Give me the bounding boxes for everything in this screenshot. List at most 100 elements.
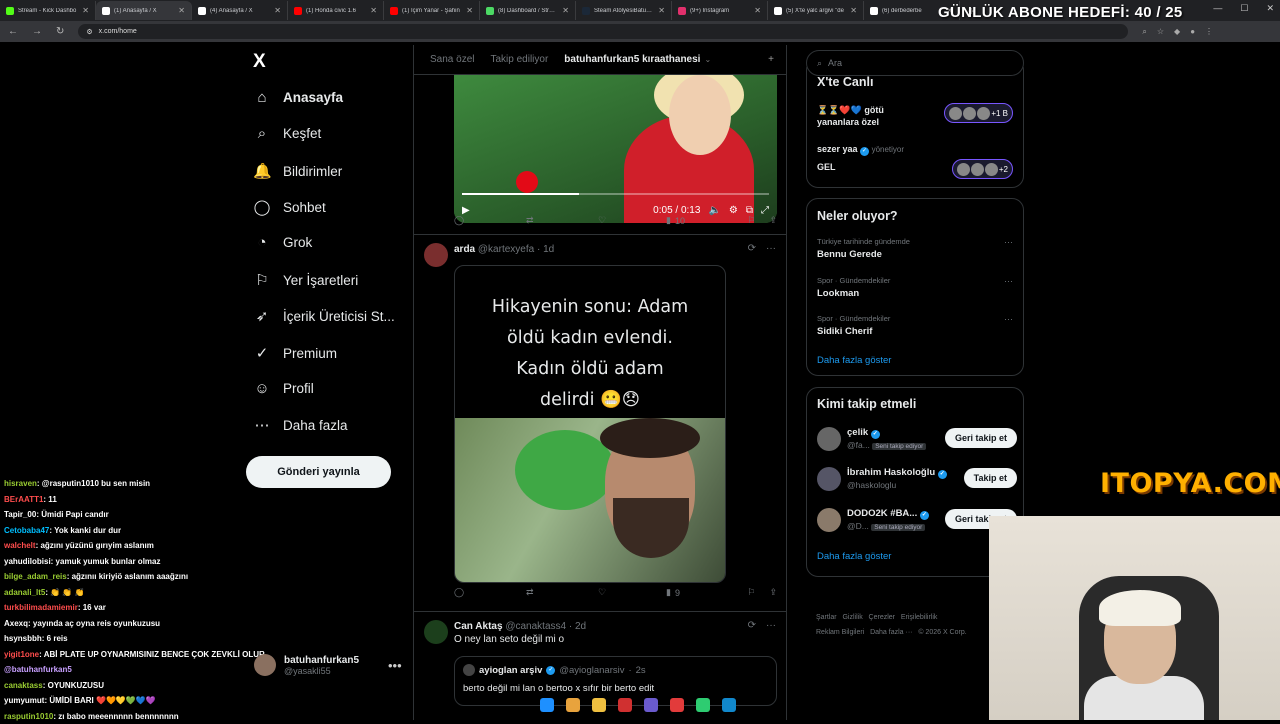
browser-tab[interactable]: (1) İçim Yanar - Şahin✕ — [384, 1, 480, 20]
live-participants[interactable]: +1 B — [944, 103, 1013, 123]
post-image[interactable]: Hikayenin sonu: Adam öldü kadın evlendi.… — [454, 265, 726, 583]
like-icon[interactable]: ♡ — [598, 587, 666, 598]
close-tab-icon[interactable]: ✕ — [562, 6, 569, 15]
close-tab-icon[interactable]: ✕ — [658, 6, 665, 15]
add-tab-icon[interactable]: + — [768, 54, 774, 65]
video-progress-bar[interactable] — [462, 193, 769, 195]
extension-icon[interactable]: ◆ — [1174, 27, 1180, 37]
minimize-icon[interactable]: — — [1213, 3, 1222, 14]
follow-suggestion[interactable]: çelik ✓ @fa... Seni takip ediyor Geri ta… — [817, 425, 1017, 455]
nav-item-home[interactable]: ⌂Anasayfa — [253, 89, 343, 106]
video-player[interactable]: ▶ 0:05 / 0:13 🔈 ⚙ ⧉ ⤢ — [454, 75, 777, 223]
search-input[interactable]: ⌕ Ara — [806, 50, 1024, 76]
fullscreen-icon[interactable]: ⤢ — [761, 205, 769, 216]
nav-item-premium[interactable]: ✓Premium — [253, 344, 337, 362]
reload-icon[interactable]: ↻ — [56, 26, 64, 37]
close-icon[interactable]: ✕ — [1266, 3, 1274, 14]
zoom-icon[interactable]: ⌕ — [1142, 27, 1146, 37]
profile-icon[interactable]: ● — [1190, 27, 1195, 37]
close-tab-icon[interactable]: ✕ — [274, 6, 281, 15]
follow-back-button[interactable]: Geri takip et — [945, 428, 1017, 448]
volume-icon[interactable]: 🔈 — [708, 205, 720, 216]
views-button[interactable]: ▮9 — [666, 587, 738, 598]
nav-item-bookmarks[interactable]: ⚐Yer İşaretleri — [253, 271, 358, 289]
chrome-icon[interactable] — [566, 698, 580, 712]
nav-item-profile[interactable]: ☺Profil — [253, 380, 314, 397]
tab-community[interactable]: batuhanfurkan5 kıraathanesi — [564, 54, 700, 65]
live-item[interactable]: ⏳⏳❤️💙 götüyananlara özel — [817, 104, 884, 128]
nav-item-grok[interactable]: ◔Grok — [253, 234, 312, 251]
browser-tab[interactable]: (8) Dashboard / Stream✕ — [480, 1, 576, 20]
close-tab-icon[interactable]: ✕ — [370, 6, 377, 15]
browser-tab[interactable]: (5) X'te yalc argivi "de✕ — [768, 1, 864, 20]
app-icon[interactable] — [722, 698, 736, 712]
bookmark-icon[interactable]: ⚐ — [747, 587, 755, 598]
app-icon[interactable] — [670, 698, 684, 712]
close-tab-icon[interactable]: ✕ — [178, 6, 185, 15]
browser-tab[interactable]: (1) Honda civic 1.6✕ — [288, 1, 384, 20]
file-explorer-icon[interactable] — [592, 698, 606, 712]
settings-icon[interactable]: ⚙ — [729, 205, 738, 216]
avatar[interactable] — [424, 243, 448, 267]
follow-button[interactable]: Takip et — [964, 468, 1017, 488]
back-icon[interactable]: ← — [8, 26, 18, 37]
grok-icon[interactable]: ⟳ — [748, 243, 756, 254]
browser-tab[interactable]: Stream - Kick Dashbo✕ — [0, 1, 96, 20]
browser-tab[interactable]: (1) Anasayfa / X✕ — [96, 1, 192, 20]
avatar[interactable] — [817, 508, 841, 532]
live-item[interactable]: sezer yaa ✓ yönetiyor GEL — [817, 143, 904, 173]
windows-start-icon[interactable] — [540, 698, 554, 712]
browser-tab[interactable]: Steam AtölyesiBatuhan✕ — [576, 1, 672, 20]
reply-icon[interactable]: ◯ — [454, 587, 526, 598]
chevron-down-icon[interactable]: ⌄ — [704, 55, 711, 64]
trend-item[interactable]: Spor · GündemdekilerSidiki Cherif — [817, 314, 890, 337]
like-icon[interactable]: ♡ — [598, 215, 666, 226]
grok-icon[interactable]: ⟳ — [748, 620, 756, 631]
nav-item-chat[interactable]: ◯Sohbet — [253, 198, 326, 216]
menu-dots-icon[interactable]: ⋮ — [1205, 27, 1213, 37]
views-button[interactable]: ▮10 — [666, 215, 738, 226]
follow-suggestion[interactable]: İbrahim Haskoloğlu ✓ @haskologlu Takip e… — [817, 465, 1017, 495]
pip-icon[interactable]: ⧉ — [746, 205, 753, 216]
avatar[interactable] — [424, 620, 448, 644]
url-field[interactable]: ⚙ x.com/home — [78, 24, 1128, 39]
more-dots-icon[interactable]: ••• — [388, 658, 402, 673]
browser-tab[interactable]: (4) Anasayfa / X✕ — [192, 1, 288, 20]
repost-icon[interactable]: ⇄ — [526, 587, 598, 598]
more-dots-icon[interactable]: ··· — [766, 620, 776, 631]
forward-icon[interactable]: → — [32, 26, 42, 37]
tab-for-you[interactable]: Sana özel — [430, 54, 474, 65]
maximize-icon[interactable]: ☐ — [1240, 3, 1248, 14]
discord-icon[interactable] — [644, 698, 658, 712]
reply-icon[interactable]: ◯ — [454, 215, 526, 226]
tab-following[interactable]: Takip ediliyor — [490, 54, 548, 65]
avatar[interactable] — [817, 467, 841, 491]
more-dots-icon[interactable]: ··· — [1004, 276, 1013, 286]
trend-item[interactable]: Spor · GündemdekilerLookman — [817, 276, 890, 299]
close-tab-icon[interactable]: ✕ — [754, 6, 761, 15]
trend-item[interactable]: Türkiye tarihinde gündemdeBennu Gerede — [817, 237, 910, 260]
browser-tab[interactable]: (9+) Instagram✕ — [672, 1, 768, 20]
bookmark-icon[interactable]: ⚐ — [747, 215, 755, 226]
close-tab-icon[interactable]: ✕ — [82, 6, 89, 15]
share-icon[interactable]: ⇪ — [769, 587, 777, 598]
site-info-icon[interactable]: ⚙ — [86, 28, 92, 36]
share-icon[interactable]: ⇪ — [769, 215, 777, 226]
show-more-link[interactable]: Daha fazla göster — [817, 551, 891, 562]
close-tab-icon[interactable]: ✕ — [466, 6, 473, 15]
close-tab-icon[interactable]: ✕ — [850, 6, 857, 15]
more-dots-icon[interactable]: ··· — [766, 243, 776, 254]
follow-suggestion[interactable]: DODO2K #BA... ✓ @D... Seni takip ediyor … — [817, 506, 1017, 536]
repost-icon[interactable]: ⇄ — [526, 215, 598, 226]
x-logo[interactable]: X — [253, 51, 266, 73]
live-participants[interactable]: +2 — [952, 159, 1013, 179]
app-icon[interactable] — [618, 698, 632, 712]
more-dots-icon[interactable]: ··· — [1004, 314, 1013, 324]
avatar[interactable] — [817, 427, 841, 451]
more-dots-icon[interactable]: ··· — [1004, 237, 1013, 247]
post[interactable]: arda @kartexyefa · 1d ⟳··· Hikayenin son… — [414, 234, 787, 610]
nav-item-explore[interactable]: ⌕Keşfet — [253, 125, 321, 142]
nav-item-more[interactable]: ⋯Daha fazla — [253, 416, 348, 434]
nav-item-notifications[interactable]: 🔔Bildirimler — [253, 162, 342, 180]
play-icon[interactable]: ▶ — [462, 205, 470, 216]
